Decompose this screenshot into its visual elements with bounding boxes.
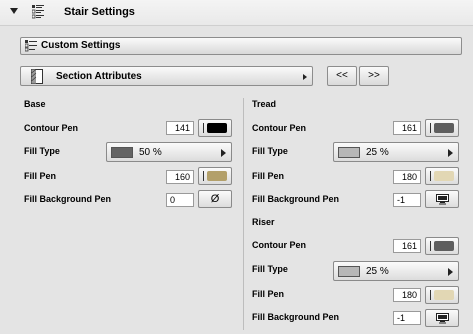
- custom-settings-label: Custom Settings: [41, 40, 121, 51]
- collapse-triangle-icon[interactable]: [10, 8, 18, 14]
- dropdown-arrow-icon: [448, 149, 453, 157]
- dropdown-arrow-icon: [303, 74, 307, 80]
- base-heading: Base: [24, 99, 46, 109]
- tread-contour-pen-color: [434, 123, 454, 133]
- base-fill-background-pen-field[interactable]: 0: [166, 193, 194, 207]
- monitor-icon: [436, 313, 449, 324]
- tread-fill-background-pen-swatch[interactable]: [425, 190, 459, 208]
- fill-pattern-25-icon: [338, 266, 360, 277]
- tread-fill-type-value: 25 %: [366, 147, 389, 158]
- tread-fill-pen-color: [434, 171, 454, 181]
- riser-fill-pen-swatch[interactable]: [425, 286, 459, 304]
- pen-tick-icon: [430, 123, 431, 133]
- base-fill-type-dropdown[interactable]: 50 %: [106, 142, 232, 162]
- previous-section-button[interactable]: <<: [327, 66, 357, 86]
- tread-heading: Tread: [252, 99, 277, 109]
- riser-fill-background-pen-label: Fill Background Pen: [252, 312, 340, 322]
- pen-tick-icon: [430, 290, 431, 300]
- riser-contour-pen-label: Contour Pen: [252, 240, 306, 250]
- tread-fill-background-pen-label: Fill Background Pen: [252, 194, 340, 204]
- section-attributes-label: Section Attributes: [56, 71, 142, 82]
- base-fill-type-value: 50 %: [139, 147, 162, 158]
- monitor-icon: [436, 194, 449, 205]
- base-fill-background-pen-swatch[interactable]: Ø: [198, 190, 232, 208]
- fill-pattern-25-icon: [338, 147, 360, 158]
- tread-contour-pen-swatch[interactable]: [425, 119, 459, 137]
- dropdown-arrow-icon: [221, 149, 226, 157]
- riser-fill-pen-field[interactable]: 180: [393, 288, 421, 302]
- base-fill-pen-field[interactable]: 160: [166, 170, 194, 184]
- tread-contour-pen-field[interactable]: 161: [393, 121, 421, 135]
- base-fill-background-pen-label: Fill Background Pen: [24, 194, 112, 204]
- custom-settings-icon: [25, 40, 37, 52]
- column-divider: [243, 98, 244, 330]
- riser-fill-background-pen-swatch[interactable]: [425, 309, 459, 327]
- riser-contour-pen-swatch[interactable]: [425, 237, 459, 255]
- pen-tick-icon: [430, 241, 431, 251]
- tread-contour-pen-label: Contour Pen: [252, 123, 306, 133]
- base-fill-pen-color: [207, 171, 227, 181]
- custom-settings-bar[interactable]: Custom Settings: [20, 37, 462, 55]
- section-attributes-dropdown[interactable]: Section Attributes: [20, 66, 313, 86]
- tread-fill-type-label: Fill Type: [252, 146, 288, 156]
- base-fill-pen-label: Fill Pen: [24, 171, 57, 181]
- tread-fill-pen-field[interactable]: 180: [393, 170, 421, 184]
- base-fill-type-label: Fill Type: [24, 146, 60, 156]
- riser-fill-pen-label: Fill Pen: [252, 289, 285, 299]
- riser-heading: Riser: [252, 217, 275, 227]
- base-contour-pen-color: [207, 123, 227, 133]
- panel-title: Stair Settings: [64, 6, 135, 18]
- riser-contour-pen-color: [434, 241, 454, 251]
- riser-fill-type-dropdown[interactable]: 25 %: [333, 261, 459, 281]
- riser-fill-background-pen-field[interactable]: -1: [393, 311, 421, 325]
- dropdown-arrow-icon: [448, 268, 453, 276]
- riser-fill-pen-color: [434, 290, 454, 300]
- pen-tick-icon: [203, 171, 204, 181]
- section-icon: [31, 69, 43, 84]
- base-fill-pen-swatch[interactable]: [198, 167, 232, 185]
- riser-fill-type-label: Fill Type: [252, 264, 288, 274]
- base-contour-pen-swatch[interactable]: [198, 119, 232, 137]
- pen-tick-icon: [430, 171, 431, 181]
- pen-tick-icon: [203, 123, 204, 133]
- tread-fill-pen-swatch[interactable]: [425, 167, 459, 185]
- riser-contour-pen-field[interactable]: 161: [393, 239, 421, 253]
- tread-fill-pen-label: Fill Pen: [252, 171, 285, 181]
- tread-fill-background-pen-field[interactable]: -1: [393, 193, 421, 207]
- base-contour-pen-field[interactable]: 141: [166, 121, 194, 135]
- tread-fill-type-dropdown[interactable]: 25 %: [333, 142, 459, 162]
- base-contour-pen-label: Contour Pen: [24, 123, 78, 133]
- fill-pattern-50-icon: [111, 147, 133, 158]
- stair-settings-icon: [32, 5, 44, 19]
- riser-fill-type-value: 25 %: [366, 266, 389, 277]
- next-section-button[interactable]: >>: [359, 66, 389, 86]
